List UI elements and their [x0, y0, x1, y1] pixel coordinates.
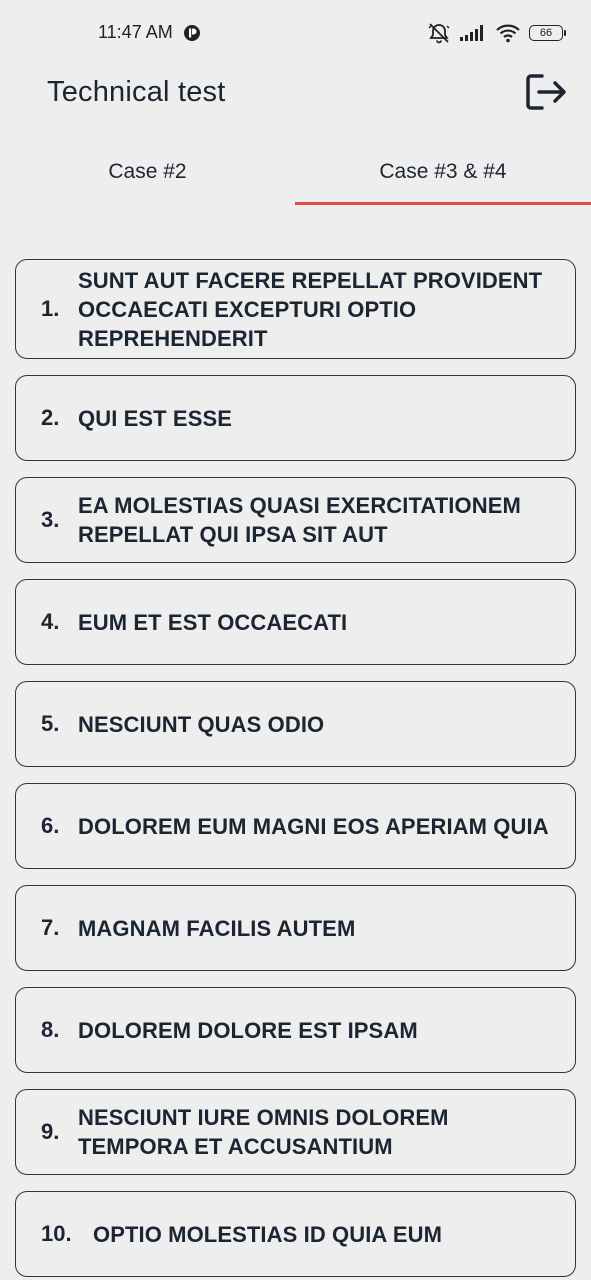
- item-number: 9.: [41, 1119, 60, 1144]
- item-number: 8.: [41, 1017, 60, 1042]
- list-item[interactable]: 1. SUNT AUT FACERE REPELLAT PROVIDENT OC…: [15, 259, 576, 359]
- item-number: 7.: [41, 915, 60, 940]
- bell-muted-icon: [428, 23, 450, 44]
- item-number: 4.: [41, 609, 60, 634]
- list-item[interactable]: 3. EA MOLESTIAS QUASI EXERCITATIONEM REP…: [15, 477, 576, 563]
- list-item[interactable]: 9. NESCIUNT IURE OMNIS DOLOREM TEMPORA E…: [15, 1089, 576, 1175]
- logout-button[interactable]: [520, 70, 568, 114]
- tab-case-3-4[interactable]: Case #3 & #4: [295, 140, 591, 204]
- list-item[interactable]: 8. DOLOREM DOLORE EST IPSAM: [15, 987, 576, 1073]
- app-screen: 11:47 AM 66 Technical test Case #2 Case …: [0, 0, 591, 1280]
- list-item[interactable]: 6. DOLOREM EUM MAGNI EOS APERIAM QUIA: [15, 783, 576, 869]
- status-bar: 11:47 AM 66: [0, 0, 591, 68]
- list-item[interactable]: 10. OPTIO MOLESTIAS ID QUIA EUM: [15, 1191, 576, 1277]
- item-title: EA MOLESTIAS QUASI EXERCITATIONEM REPELL…: [78, 493, 521, 547]
- battery-icon: 66: [529, 25, 566, 41]
- item-title: MAGNAM FACILIS AUTEM: [78, 915, 356, 941]
- wifi-icon: [496, 24, 520, 43]
- list-item[interactable]: 5. NESCIUNT QUAS ODIO: [15, 681, 576, 767]
- signal-bars-icon: [460, 25, 483, 41]
- status-icons: 66: [427, 22, 566, 44]
- tab-case-2[interactable]: Case #2: [0, 140, 295, 204]
- battery-level: 66: [539, 27, 553, 39]
- item-number: 2.: [41, 405, 60, 430]
- tab-bar: Case #2 Case #3 & #4: [0, 140, 591, 206]
- item-title: EUM ET EST OCCAECATI: [78, 609, 348, 635]
- list-item[interactable]: 4. EUM ET EST OCCAECATI: [15, 579, 576, 665]
- item-title: DOLOREM EUM MAGNI EOS APERIAM QUIA: [78, 813, 549, 839]
- list-item[interactable]: 7. MAGNAM FACILIS AUTEM: [15, 885, 576, 971]
- item-title: SUNT AUT FACERE REPELLAT PROVIDENT OCCAE…: [78, 267, 543, 351]
- tab-selected-indicator: [295, 202, 591, 205]
- app-notification-icon: [184, 25, 200, 41]
- item-title: QUI EST ESSE: [78, 405, 233, 431]
- status-time: 11:47 AM: [98, 22, 173, 42]
- list-item[interactable]: 2. QUI EST ESSE: [15, 375, 576, 461]
- item-title: NESCIUNT IURE OMNIS DOLOREM TEMPORA ET A…: [78, 1105, 449, 1159]
- post-list: 1. SUNT AUT FACERE REPELLAT PROVIDENT OC…: [15, 259, 576, 1280]
- item-number: 6.: [41, 813, 60, 838]
- page-title: Technical test: [47, 76, 226, 108]
- item-title: OPTIO MOLESTIAS ID QUIA EUM: [93, 1221, 443, 1247]
- item-number: 1.: [41, 296, 60, 321]
- item-number: 5.: [41, 711, 60, 736]
- item-title: NESCIUNT QUAS ODIO: [78, 711, 325, 737]
- item-title: DOLOREM DOLORE EST IPSAM: [78, 1017, 418, 1043]
- item-number: 10.: [41, 1221, 72, 1246]
- item-number: 3.: [41, 507, 60, 532]
- app-bar: Technical test: [0, 68, 591, 120]
- logout-icon: [526, 74, 566, 110]
